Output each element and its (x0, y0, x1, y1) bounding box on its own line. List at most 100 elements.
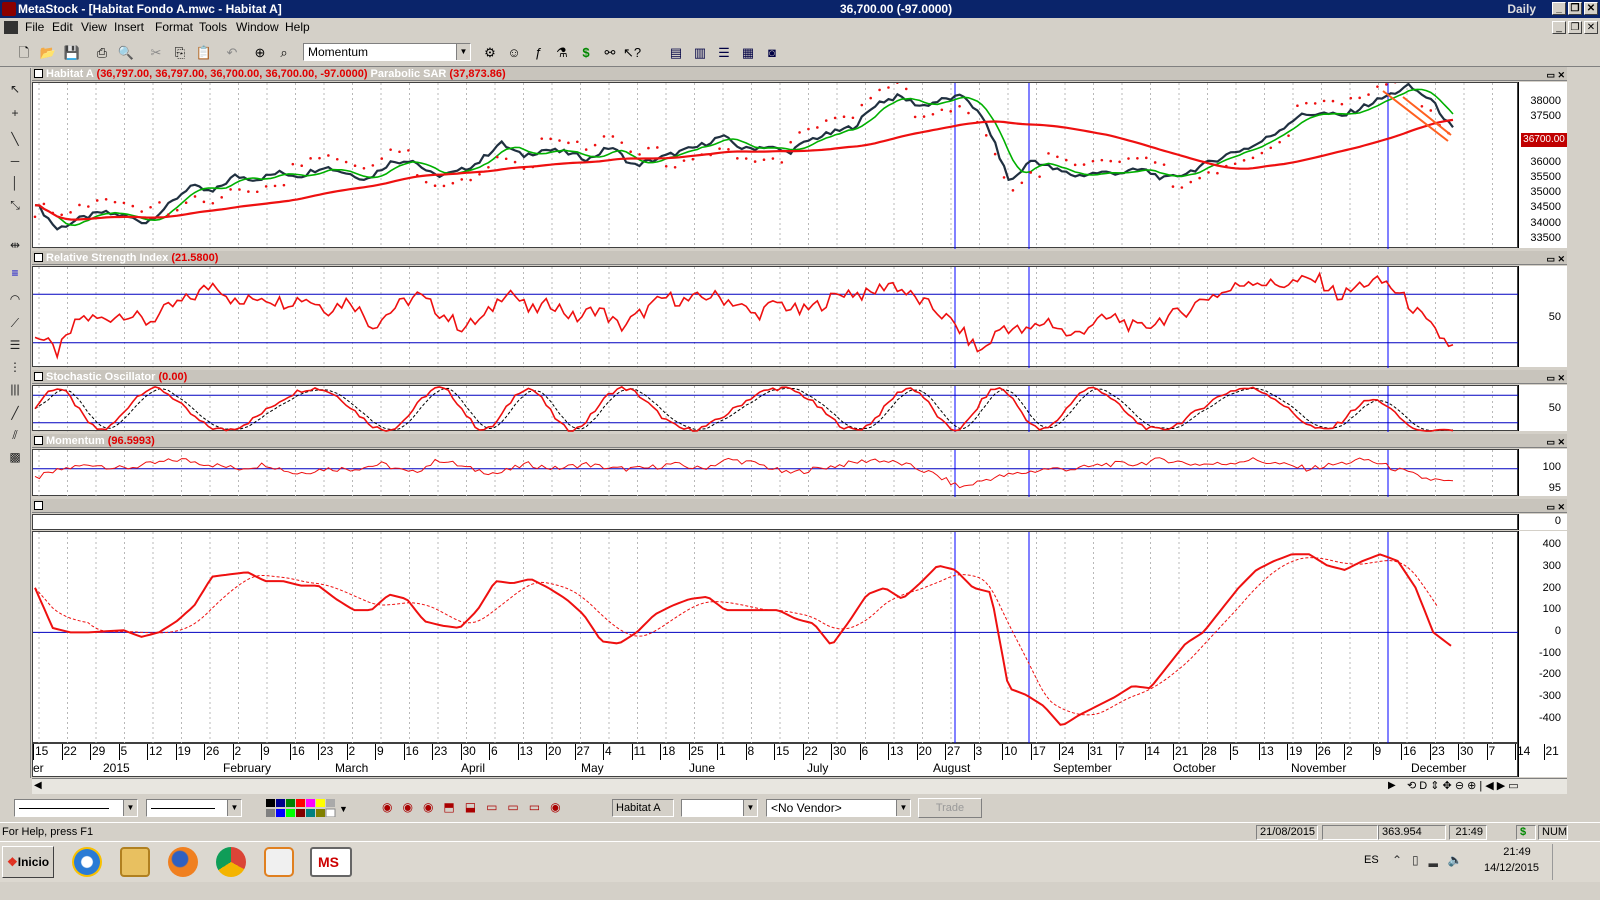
menu-help[interactable]: Help (285, 20, 310, 34)
fibonacci-icon[interactable]: ☰ (5, 336, 25, 354)
momentum-pane[interactable] (32, 449, 1519, 497)
macd-pane[interactable] (32, 531, 1519, 744)
file-explorer-icon[interactable] (120, 847, 150, 877)
new-icon[interactable]: 🗋 (14, 44, 34, 62)
binoculars-icon[interactable]: ⚯ (600, 44, 620, 62)
line-weight-select[interactable]: ▼ (146, 799, 242, 817)
crosshair-icon[interactable]: ⊕ (250, 44, 270, 62)
pane-select-icon[interactable] (34, 436, 43, 445)
pointer-icon[interactable]: ↖ (5, 80, 25, 98)
chart-style-icons[interactable]: ◉◉◉⬒⬓▭▭▭◉ (382, 800, 571, 814)
firefox-icon[interactable] (168, 847, 198, 877)
periodicity-select[interactable]: ▼ (681, 799, 758, 817)
zoom-icon[interactable]: ⌕ (274, 44, 294, 62)
copy-icon[interactable]: ⎘ (170, 44, 190, 62)
chevron-down-icon[interactable]: ▼ (227, 800, 241, 816)
context-help-icon[interactable]: ↖? (622, 44, 642, 62)
explorer-icon[interactable]: ☺ (504, 44, 524, 62)
time-zones-icon[interactable]: ||| (5, 380, 25, 398)
chevron-down-icon[interactable]: ▼ (896, 800, 910, 816)
x-day-label: 5 (1232, 744, 1239, 758)
color-palette[interactable]: ▼ (266, 799, 350, 818)
menu-edit[interactable]: Edit (52, 20, 73, 34)
restore-icon[interactable]: ❐ (1568, 2, 1582, 15)
scroll-right-icon[interactable]: ▶ (1388, 780, 1396, 791)
start-button[interactable]: ❖Inicio (2, 846, 54, 878)
tray-icons[interactable]: ⌃▯▂🔈 (1392, 853, 1473, 867)
grid-tool-icon[interactable]: ▩ (5, 448, 25, 466)
security-field[interactable]: Habitat A (612, 799, 674, 817)
vendor-select[interactable]: <No Vendor> ▼ (766, 799, 911, 817)
chevron-down-icon[interactable]: ▼ (123, 800, 137, 816)
chrome-icon[interactable] (216, 847, 246, 877)
cascade-icon[interactable]: ▤ (666, 44, 686, 62)
print-preview-icon[interactable]: 🔍 (116, 44, 136, 62)
pane-controls-icon[interactable]: ▭ ✕ (1546, 371, 1565, 385)
menu-format[interactable]: Format (155, 20, 193, 34)
scroll-left-icon[interactable]: ◀ (34, 780, 42, 791)
palette-swatches[interactable]: ▼ (266, 799, 350, 818)
pane-select-icon[interactable] (34, 501, 43, 510)
pane-select-icon[interactable] (34, 69, 43, 78)
doc-restore-icon[interactable]: ❐ (1568, 21, 1582, 34)
pane-controls-icon[interactable]: ▭ ✕ (1546, 252, 1565, 266)
blank-pane[interactable] (32, 514, 1518, 530)
pane-controls-icon[interactable]: ▭ ✕ (1546, 500, 1565, 514)
trendline-icon[interactable]: ╲ (5, 130, 25, 148)
crosshair-tool-icon[interactable]: + (5, 104, 25, 122)
doc-minimize-icon[interactable]: _ (1552, 21, 1566, 34)
open-icon[interactable]: 📂 (38, 44, 58, 62)
line-style-select[interactable]: ▼ (14, 799, 138, 817)
menu-insert[interactable]: Insert (114, 20, 144, 34)
channel-icon[interactable]: ≡ (5, 264, 25, 282)
minimize-icon[interactable]: _ (1552, 2, 1566, 15)
menu-view[interactable]: View (81, 20, 107, 34)
print-icon[interactable]: ⎙ (92, 44, 112, 62)
chevron-down-icon[interactable]: ▼ (456, 44, 470, 60)
expert-icon[interactable]: ⚙ (480, 44, 500, 62)
horizontal-scrollbar[interactable]: ◀ ▶ ⟲ D ⇕ ✥ ⊖ ⊕ | ◀ ▶ ▭ (32, 778, 1567, 794)
media-player-icon[interactable] (264, 847, 294, 877)
cycle-lines-icon[interactable]: ⤡ (5, 196, 25, 214)
price-pane[interactable] (32, 74, 1518, 249)
vertical-line-icon[interactable]: │ (5, 174, 25, 192)
doc-close-icon[interactable]: ✕ (1584, 21, 1598, 34)
menu-window[interactable]: Window (236, 20, 279, 34)
retracement-icon[interactable]: ⋮ (5, 358, 25, 376)
pane-controls-icon[interactable]: ▭ ✕ (1546, 68, 1565, 82)
split-icon[interactable]: ⇹ (5, 236, 25, 254)
show-desktop-button[interactable] (1552, 844, 1562, 880)
dollar-icon[interactable]: $ (576, 44, 596, 62)
line-tool-icon[interactable]: ╱ (5, 404, 25, 422)
undo-icon[interactable]: ↶ (222, 44, 242, 62)
pane-controls-icon[interactable]: ▭ ✕ (1546, 435, 1565, 449)
arrange-icon[interactable]: ◙ (762, 44, 782, 62)
rsi-pane[interactable] (32, 266, 1519, 368)
arc-icon[interactable]: ◠ (5, 290, 25, 308)
pane-select-icon[interactable] (34, 372, 43, 381)
save-icon[interactable]: 💾 (62, 44, 82, 62)
paste-icon[interactable]: 📋 (194, 44, 214, 62)
cut-icon[interactable]: ✂ (146, 44, 166, 62)
chevron-down-icon[interactable]: ▼ (743, 800, 757, 816)
metastock-task-icon[interactable]: MS (310, 847, 352, 877)
language-indicator[interactable]: ES (1364, 854, 1379, 866)
horizontal-line-icon[interactable]: ─ (5, 152, 25, 170)
indicator-select[interactable]: Momentum ▼ (303, 43, 471, 61)
tile-horizontal-icon[interactable]: ☰ (714, 44, 734, 62)
menu-tools[interactable]: Tools (199, 20, 227, 34)
system-tester-icon[interactable]: ⚗ (552, 44, 572, 62)
tile-grid-icon[interactable]: ▦ (738, 44, 758, 62)
stoch-pane[interactable] (32, 385, 1519, 432)
fan-icon[interactable]: ⟋ (5, 314, 25, 332)
internet-explorer-icon[interactable] (72, 847, 102, 877)
trade-button[interactable]: Trade (918, 798, 982, 818)
gann-fan-icon[interactable]: ⫽ (5, 426, 25, 444)
menu-file[interactable]: File (25, 20, 44, 34)
close-icon[interactable]: ✕ (1584, 2, 1598, 15)
pane-select-icon[interactable] (34, 253, 43, 262)
zoom-controls-icon[interactable]: ⟲ D ⇕ ✥ ⊖ ⊕ | ◀ ▶ ▭ (1407, 779, 1519, 792)
tile-vertical-icon[interactable]: ▥ (690, 44, 710, 62)
x-day-label: 15 (776, 744, 790, 758)
formula-icon[interactable]: ƒ (528, 44, 548, 62)
